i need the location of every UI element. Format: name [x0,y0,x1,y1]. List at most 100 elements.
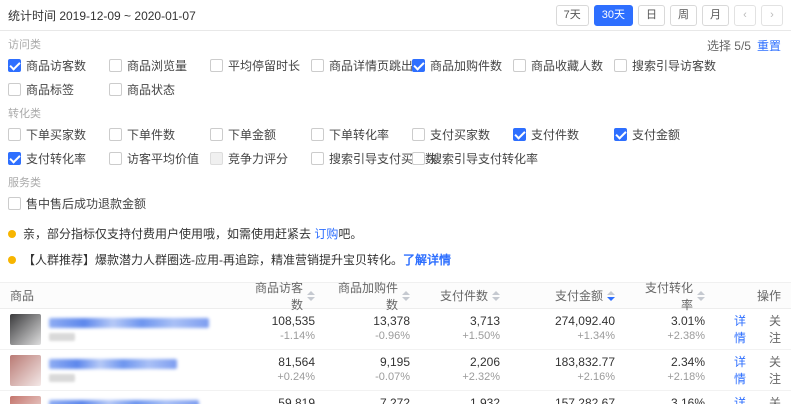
checkbox-icon[interactable] [8,83,21,96]
metric-option-label: 商品状态 [127,81,175,98]
checkbox-icon[interactable] [311,59,324,72]
column-header[interactable]: 商品加购件数 [325,279,420,313]
checkbox-icon[interactable] [412,128,425,141]
detail-link[interactable]: 详情 [725,394,746,404]
notice-link[interactable]: 订购 [314,227,338,241]
metric-checkbox-option[interactable]: 下单买家数 [8,126,109,143]
checkbox-icon[interactable] [311,128,324,141]
metric-checkbox-option[interactable]: 支付转化率 [8,150,109,167]
metric-checkbox-option[interactable]: 支付金额 [614,126,715,143]
checkbox-icon[interactable] [109,59,122,72]
sort-carets-icon[interactable] [307,291,315,301]
follow-link[interactable]: 关注 [760,394,781,404]
reset-link[interactable]: 重置 [757,39,781,53]
notice-link[interactable]: 了解详情 [403,253,451,267]
sort-carets-icon[interactable] [402,291,410,301]
checkbox-icon[interactable] [614,128,627,141]
metric-checkbox-option[interactable]: 下单件数 [109,126,210,143]
metric-cell: 274,092.40+1.34% [510,314,625,344]
sort-carets-icon[interactable] [697,291,705,301]
metric-checkbox-option[interactable]: 商品访客数 [8,57,109,74]
checkbox-icon[interactable] [210,59,223,72]
detail-link[interactable]: 详情 [725,312,746,346]
product-thumbnail[interactable] [10,396,41,404]
checkbox-icon[interactable] [210,128,223,141]
product-thumbnail[interactable] [10,355,41,386]
metric-checkbox-option[interactable]: 商品详情页跳出率 [311,57,412,74]
metric-checkbox-option[interactable]: 商品浏览量 [109,57,210,74]
metric-delta: -0.07% [335,370,410,385]
action-cell: 详情 关注 [715,353,791,387]
column-header[interactable]: 商品访客数 [240,279,325,313]
metric-checkbox-option[interactable]: 支付买家数 [412,126,513,143]
metric-cell: 7,272-4.49% [325,396,420,404]
column-header[interactable]: 支付件数 [420,287,510,304]
metric-checkbox-option[interactable]: 访客平均价值 [109,150,210,167]
checkbox-icon[interactable] [412,152,425,165]
metric-checkbox-option[interactable]: 下单转化率 [311,126,412,143]
metric-checkbox-option[interactable]: 搜索引导支付买家数 [311,150,412,167]
next-page-icon[interactable]: › [761,5,783,26]
notice-text: 亲，部分指标仅支持付费用户使用哦，如需使用赶紧去 订购吧。 [23,225,362,242]
column-header[interactable]: 支付金额 [510,287,625,304]
metric-option-label: 下单转化率 [329,126,389,143]
metric-checkbox-option[interactable]: 支付件数 [513,126,614,143]
metric-checkbox-option[interactable]: 商品状态 [109,81,210,98]
checkbox-icon[interactable] [109,83,122,96]
product-title-redacted[interactable] [49,318,209,341]
checkbox-icon[interactable] [210,152,223,165]
metric-checkbox-option[interactable]: 下单金额 [210,126,311,143]
metric-value: 1,932 [430,396,500,404]
column-header[interactable]: 支付转化率 [625,279,715,313]
selection-summary: 选择 5/5重置 [707,37,781,54]
checkbox-icon[interactable] [513,59,526,72]
product-title-redacted[interactable] [49,400,199,404]
checkbox-icon[interactable] [8,197,21,210]
column-header-label: 商品加购件数 [335,279,398,313]
checkbox-icon[interactable] [8,128,21,141]
detail-link[interactable]: 详情 [725,353,746,387]
metric-cell: 1,932+0.47% [420,396,510,404]
checkbox-icon[interactable] [109,152,122,165]
checkbox-icon[interactable] [8,152,21,165]
metric-option-label: 下单件数 [127,126,175,143]
metric-checkbox-option[interactable]: 商品收藏人数 [513,57,614,74]
range-button-2[interactable]: 日 [638,5,665,26]
checkbox-icon[interactable] [412,59,425,72]
prev-page-icon[interactable]: ‹ [734,5,756,26]
sort-carets-icon[interactable] [492,291,500,301]
metric-checkbox-option[interactable]: 搜索引导访客数 [614,57,715,74]
metric-checkbox-option[interactable]: 竞争力评分 [210,150,311,167]
action-cell: 详情 关注 [715,312,791,346]
product-title-redacted[interactable] [49,359,177,382]
range-button-4[interactable]: 月 [702,5,729,26]
metric-checkbox-option[interactable]: 搜索引导支付转化率 [412,150,513,167]
checkbox-icon[interactable] [109,128,122,141]
metric-option-label: 商品详情页跳出率 [329,57,425,74]
range-button-1[interactable]: 30天 [594,5,633,26]
checkbox-icon[interactable] [311,152,324,165]
range-button-3[interactable]: 周 [670,5,697,26]
metric-value: 7,272 [335,396,410,404]
follow-link[interactable]: 关注 [760,353,781,387]
filter-group-options: 商品访客数 商品浏览量 平均停留时长 商品详情页跳出率 商品加购件数 商品收藏人… [8,57,783,98]
checkbox-icon[interactable] [513,128,526,141]
metric-value: 2.34% [635,355,705,370]
metric-value: 108,535 [250,314,315,329]
checkbox-icon[interactable] [614,59,627,72]
metric-checkbox-option[interactable]: 售中售后成功退款金额 [8,195,109,212]
metric-checkbox-option[interactable]: 商品标签 [8,81,109,98]
action-cell: 详情 关注 [715,394,791,404]
range-button-0[interactable]: 7天 [556,5,589,26]
date-range-controls: 7天30天日周月 ‹ › [556,5,783,26]
metric-value: 9,195 [335,355,410,370]
metric-option-label: 支付转化率 [26,150,86,167]
metric-value: 157,282.67 [520,396,615,404]
product-thumbnail[interactable] [10,314,41,345]
follow-link[interactable]: 关注 [760,312,781,346]
metric-checkbox-option[interactable]: 平均停留时长 [210,57,311,74]
checkbox-icon[interactable] [8,59,21,72]
metric-checkbox-option[interactable]: 商品加购件数 [412,57,513,74]
sort-carets-icon[interactable] [607,291,615,301]
metric-option-label: 商品标签 [26,81,74,98]
